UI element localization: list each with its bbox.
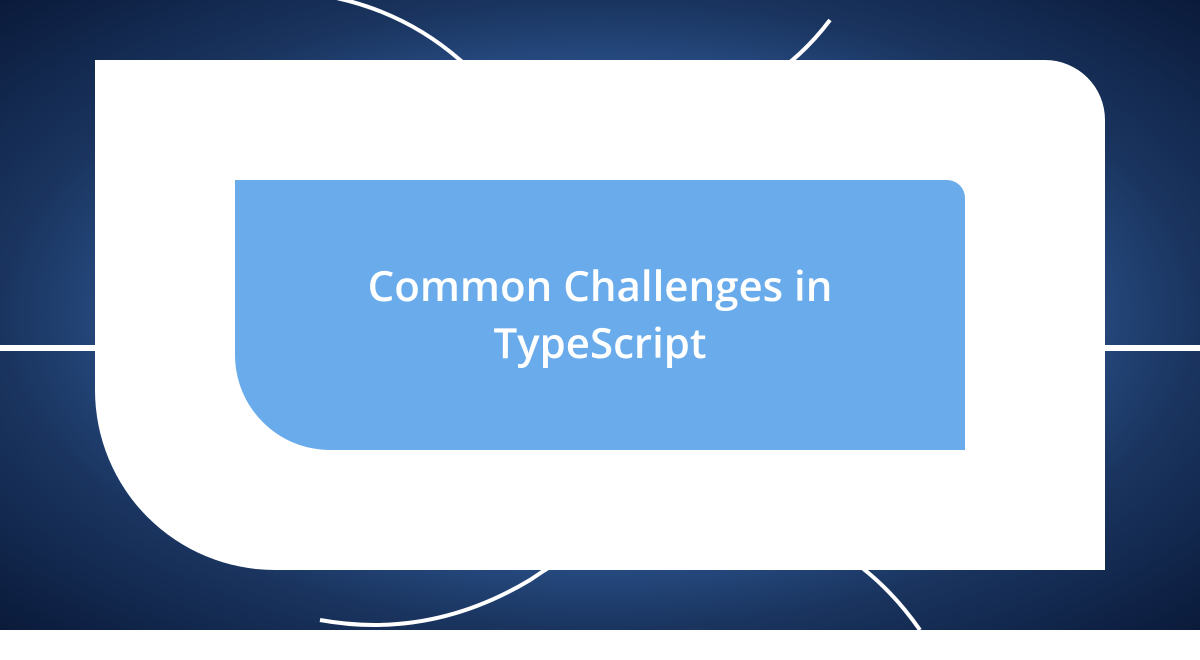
inner-blue-card: Common Challenges in TypeScript bbox=[235, 180, 965, 450]
card-title: Common Challenges in TypeScript bbox=[295, 258, 905, 371]
